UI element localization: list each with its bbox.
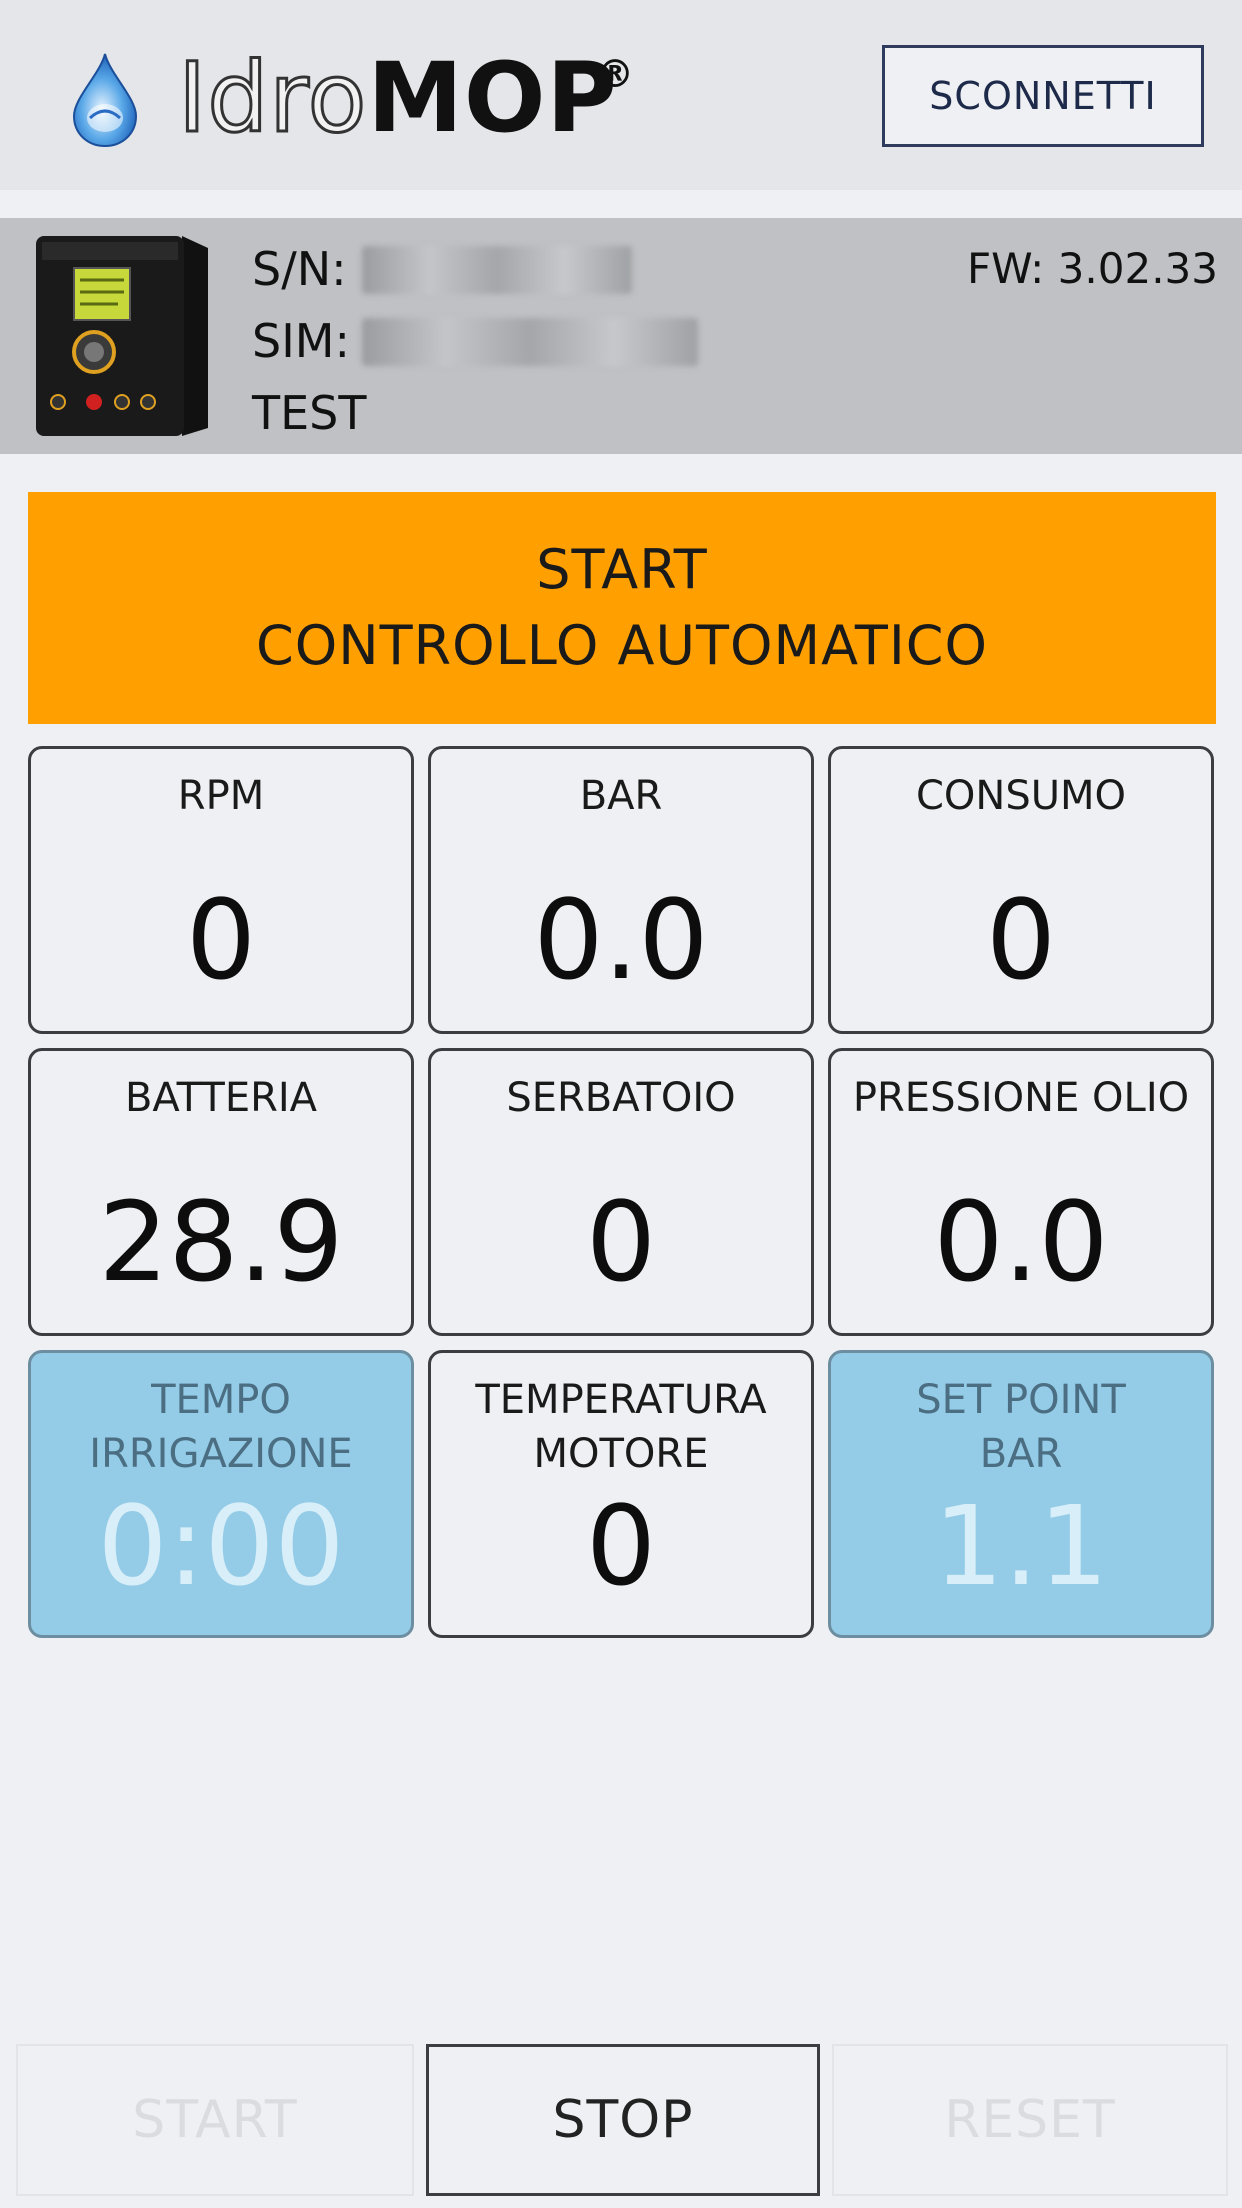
tile-tempo-irrigazione[interactable]: TEMPO IRRIGAZIONE 0:00 <box>28 1350 414 1638</box>
tile-bar: BAR 0.0 <box>428 746 814 1034</box>
start-automatic-control-button[interactable]: START CONTROLLO AUTOMATICO <box>28 492 1216 724</box>
sim-label: SIM: <box>252 314 350 368</box>
serial-number-redacted <box>362 246 632 294</box>
tile-label: CONSUMO <box>916 773 1126 819</box>
tile-value: 28.9 <box>98 1178 344 1306</box>
tile-label: BAR <box>579 773 663 819</box>
registered-mark: ® <box>596 52 634 96</box>
tile-value: 0 <box>986 876 1056 1004</box>
auto-control-line1: START <box>536 538 708 601</box>
tile-label: TEMPO IRRIGAZIONE <box>31 1373 411 1481</box>
tile-temperatura-motore: TEMPERATURA MOTORE 0 <box>428 1350 814 1638</box>
tile-label: TEMPERATURA MOTORE <box>431 1373 811 1481</box>
tile-value: 0.0 <box>533 876 709 1004</box>
sim-number-redacted <box>362 318 698 366</box>
tile-label-line1: TEMPERATURA <box>475 1377 767 1423</box>
tile-value: 0 <box>586 1482 656 1610</box>
stop-button[interactable]: STOP <box>426 2044 820 2196</box>
logo-bold-text: MOP <box>367 42 618 154</box>
app-logo: IdroMOP <box>176 47 618 150</box>
controller-device-image <box>36 236 208 436</box>
tile-label: BATTERIA <box>124 1075 318 1121</box>
tile-label-line2: BAR <box>979 1431 1063 1477</box>
tile-set-point-bar[interactable]: SET POINT BAR 1.1 <box>828 1350 1214 1638</box>
disconnect-button[interactable]: SCONNETTI <box>882 45 1204 147</box>
tile-value: 1.1 <box>933 1482 1109 1610</box>
start-button[interactable]: START <box>16 2044 414 2196</box>
tile-label-line1: TEMPO <box>151 1377 291 1423</box>
tile-consumo: CONSUMO 0 <box>828 746 1214 1034</box>
tile-value: 0:00 <box>97 1482 345 1610</box>
logo-light-text: Idro <box>176 42 368 154</box>
tile-label-line1: SET POINT <box>916 1377 1126 1423</box>
tile-value: 0.0 <box>933 1178 1109 1306</box>
auto-control-line2: CONTROLLO AUTOMATICO <box>256 614 988 677</box>
tile-label: RPM <box>177 773 265 819</box>
firmware-version: FW: 3.02.33 <box>966 244 1218 293</box>
device-name: TEST <box>252 386 367 440</box>
tile-label-line2: IRRIGAZIONE <box>89 1431 353 1477</box>
tile-label-line2: MOTORE <box>533 1431 709 1477</box>
tile-batteria: BATTERIA 28.9 <box>28 1048 414 1336</box>
header-divider <box>0 190 1242 218</box>
tile-pressione-olio: PRESSIONE OLIO 0.0 <box>828 1048 1214 1336</box>
tile-value: 0 <box>186 876 256 1004</box>
water-drop-logo-icon <box>72 53 138 148</box>
tile-label: SET POINT BAR <box>831 1373 1211 1481</box>
tile-label: SERBATOIO <box>506 1075 736 1121</box>
tile-value: 0 <box>586 1178 656 1306</box>
tile-rpm: RPM 0 <box>28 746 414 1034</box>
tile-serbatoio: SERBATOIO 0 <box>428 1048 814 1336</box>
reset-button[interactable]: RESET <box>832 2044 1228 2196</box>
tile-label: PRESSIONE OLIO <box>852 1075 1190 1121</box>
serial-number-label: S/N: <box>252 242 347 296</box>
